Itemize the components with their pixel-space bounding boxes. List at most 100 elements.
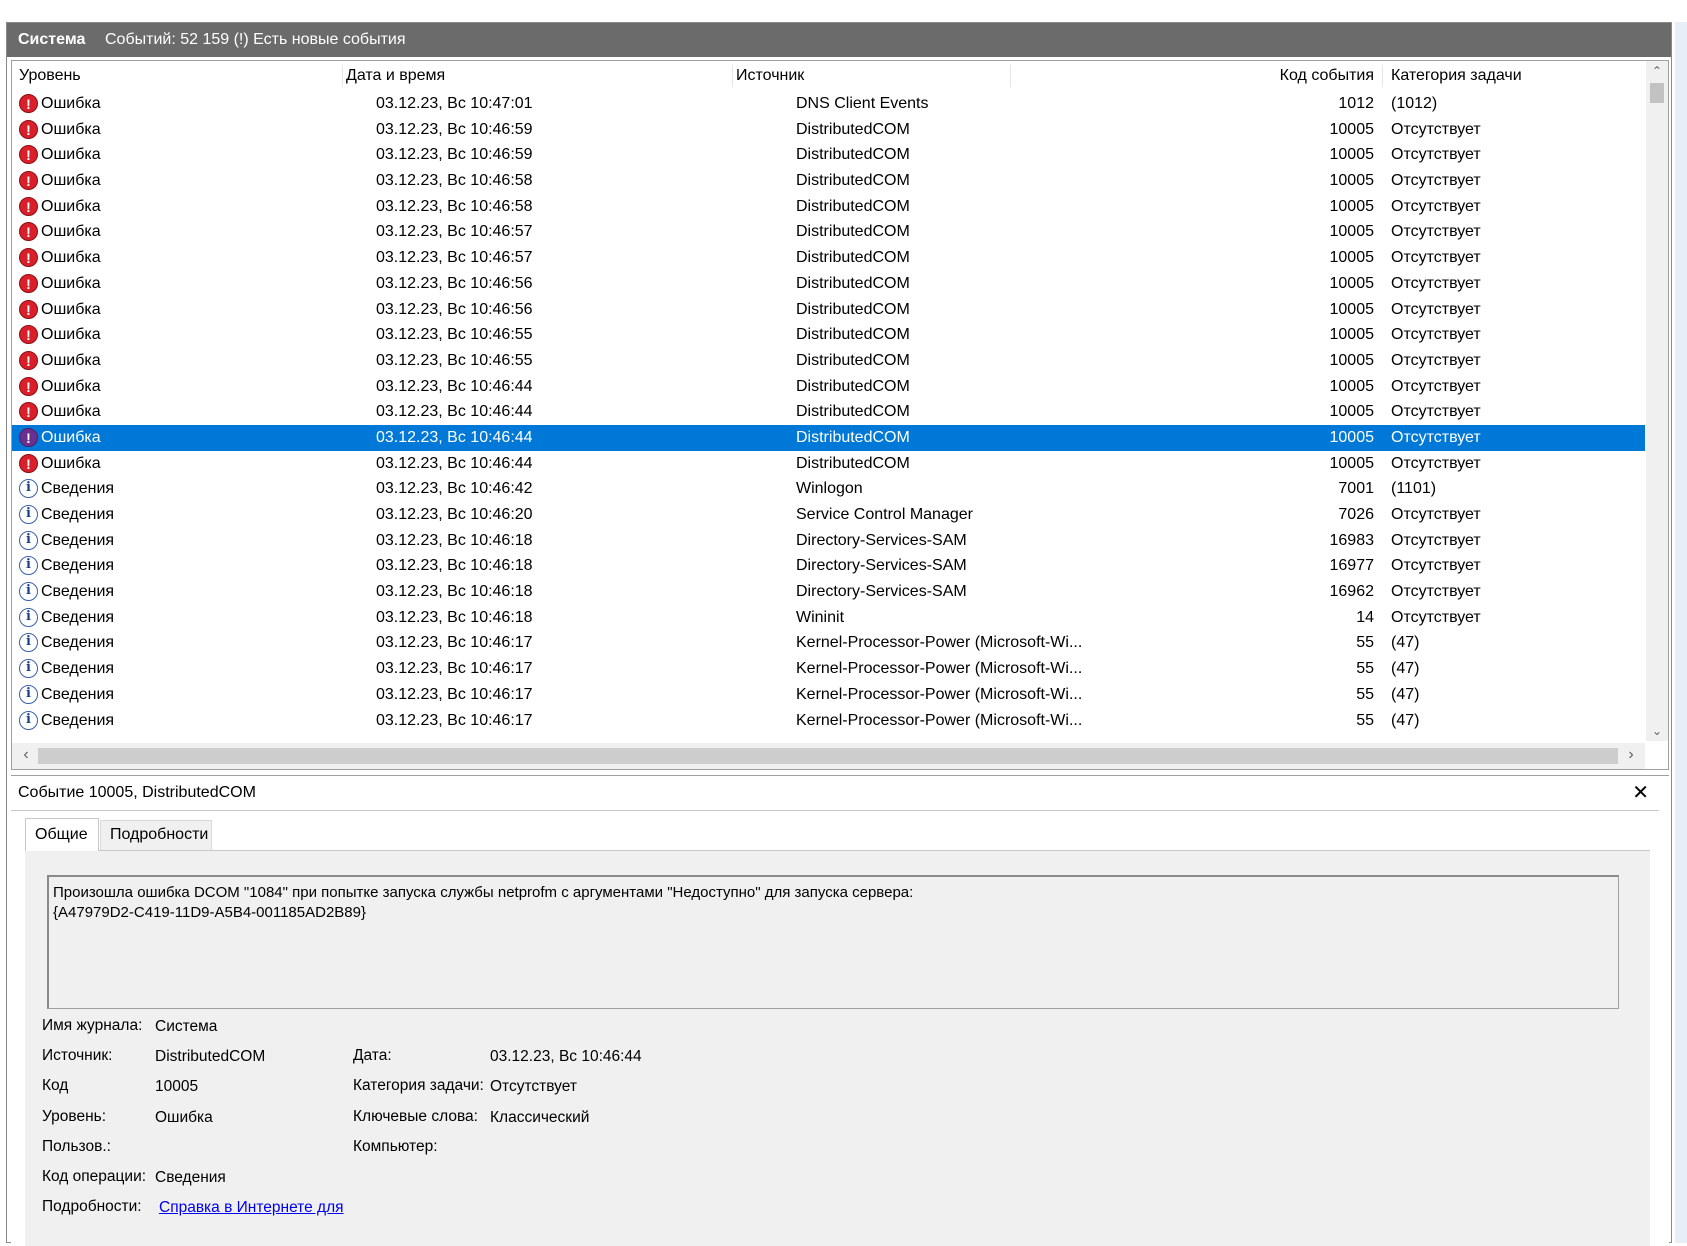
- event-id-cell: 10005: [1329, 300, 1375, 318]
- column-header-level[interactable]: Уровень: [19, 61, 81, 91]
- category-cell: Отсутствует: [1391, 120, 1481, 138]
- divider: [11, 810, 1659, 811]
- table-row[interactable]: ! Ошибка 03.12.23, Вс 10:46:59 DistributedC…: [12, 117, 1645, 143]
- column-header-source[interactable]: Источник: [736, 61, 804, 91]
- source-label: Источник:: [42, 1047, 113, 1064]
- source-cell: Kernel-Processor-Power (Microsoft-Wi...: [796, 634, 1083, 652]
- level-cell: Сведения: [41, 506, 115, 523]
- scroll-left-icon[interactable]: ‹: [16, 743, 36, 769]
- table-row[interactable]: i Сведения 03.12.23, Вс 10:46:17 Kernel-Pro…: [12, 682, 1645, 708]
- column-divider[interactable]: [1382, 65, 1383, 87]
- keywords-label: Ключевые слова:: [353, 1108, 478, 1125]
- datetime-cell: 03.12.23, Вс 10:46:57: [376, 223, 533, 241]
- vertical-scroll-thumb[interactable]: [1650, 83, 1664, 103]
- table-row[interactable]: ! Ошибка 03.12.23, Вс 10:46:58 DistributedC…: [12, 168, 1645, 194]
- level-cell: Сведения: [41, 583, 115, 601]
- source-value[interactable]: DistributedCOM: [155, 1048, 265, 1066]
- category-cell: Отсутствует: [1391, 249, 1481, 267]
- table-row[interactable]: i Сведения 03.12.23, Вс 10:46:18 Directory-…: [12, 579, 1645, 605]
- category-cell: (1012): [1391, 95, 1438, 112]
- tab-general[interactable]: Общие: [25, 818, 99, 851]
- info-icon: i: [19, 607, 38, 627]
- category-cell: Отсутствует: [1391, 351, 1481, 369]
- table-row[interactable]: ! Ошибка 03.12.23, Вс 10:46:56 DistributedC…: [12, 297, 1645, 323]
- scroll-down-icon[interactable]: ⌄: [1646, 721, 1668, 741]
- event-list[interactable]: Уровень Дата и время Источник Код событи…: [11, 60, 1669, 770]
- column-divider[interactable]: [1010, 65, 1011, 87]
- online-help-link[interactable]: Справка в Интернете для: [159, 1199, 344, 1217]
- level-cell: Ошибка: [41, 197, 101, 215]
- table-row[interactable]: ! Ошибка 03.12.23, Вс 10:46:57 DistributedC…: [12, 245, 1645, 271]
- source-cell: Kernel-Processor-Power (Microsoft-Wi...: [796, 660, 1083, 678]
- tab-details[interactable]: Подробности: [100, 820, 212, 850]
- category-cell: Отсутствует: [1391, 223, 1481, 241]
- column-divider[interactable]: [732, 65, 733, 87]
- date-value[interactable]: 03.12.23, Вс 10:46:44: [490, 1048, 642, 1066]
- horizontal-scrollbar[interactable]: ‹ ›: [12, 743, 1645, 769]
- error-icon: !: [19, 171, 38, 191]
- column-header-datetime[interactable]: Дата и время: [346, 61, 445, 91]
- datetime-cell: 03.12.23, Вс 10:46:17: [376, 634, 533, 652]
- table-row[interactable]: ! Ошибка 03.12.23, Вс 10:46:44 DistributedC…: [12, 399, 1645, 425]
- table-row[interactable]: ! Ошибка 03.12.23, Вс 10:46:58 DistributedC…: [12, 194, 1645, 220]
- table-row[interactable]: ! Ошибка 03.12.23, Вс 10:46:44 DistributedC…: [12, 451, 1645, 477]
- datetime-cell: 03.12.23, Вс 10:46:59: [376, 146, 533, 164]
- datetime-cell: 03.12.23, Вс 10:46:20: [376, 506, 533, 523]
- level-cell: Ошибка: [41, 249, 101, 267]
- event-id-cell: 10005: [1329, 428, 1375, 446]
- level-cell: Ошибка: [41, 454, 101, 472]
- event-id-cell: 10005: [1329, 223, 1375, 241]
- vertical-scrollbar[interactable]: ⌃ ⌄: [1646, 61, 1668, 741]
- table-row[interactable]: i Сведения 03.12.23, Вс 10:46:17 Kernel-Pro…: [12, 656, 1645, 682]
- category-cell: (47): [1391, 660, 1420, 678]
- source-cell: DistributedCOM: [796, 377, 910, 395]
- table-row[interactable]: ! Ошибка 03.12.23, Вс 10:47:01 DNS Client E…: [12, 91, 1645, 117]
- info-icon: i: [19, 659, 38, 679]
- category-value[interactable]: Отсутствует: [490, 1078, 577, 1096]
- info-icon: i: [19, 710, 38, 730]
- table-row[interactable]: ! Ошибка 03.12.23, Вс 10:46:56 DistributedC…: [12, 271, 1645, 297]
- error-icon: !: [19, 145, 38, 165]
- event-id-value[interactable]: 10005: [155, 1078, 198, 1096]
- table-row[interactable]: i Сведения 03.12.23, Вс 10:46:18 Wininit 14 О…: [12, 605, 1645, 631]
- event-message-box[interactable]: Произошла ошибка DCOM "1084" при попытке…: [47, 875, 1619, 1009]
- info-icon: i: [19, 633, 38, 653]
- column-header-event-id[interactable]: Код события: [1112, 61, 1374, 91]
- table-row[interactable]: ! Ошибка 03.12.23, Вс 10:46:44 DistributedC…: [12, 374, 1645, 400]
- info-icon: i: [19, 479, 38, 499]
- source-cell: DistributedCOM: [796, 146, 910, 164]
- table-row-selected[interactable]: ! Ошибка 03.12.23, Вс 10:46:44 DistributedC…: [12, 424, 1645, 451]
- level-cell: Ошибка: [41, 377, 101, 395]
- category-cell: Отсутствует: [1391, 300, 1481, 318]
- level-cell: Сведения: [41, 711, 115, 729]
- error-icon: !: [19, 196, 38, 216]
- table-row[interactable]: i Сведения 03.12.23, Вс 10:46:20 Service Co…: [12, 502, 1645, 528]
- table-row[interactable]: ! Ошибка 03.12.23, Вс 10:46:59 DistributedC…: [12, 142, 1645, 168]
- close-icon[interactable]: ✕: [1632, 780, 1649, 805]
- column-header-category[interactable]: Категория задачи: [1391, 61, 1522, 91]
- category-cell: Отсутствует: [1391, 172, 1481, 190]
- source-cell: DistributedCOM: [796, 223, 910, 241]
- event-log-window: Система Событий: 52 159 (!) Есть новые с…: [6, 22, 1672, 1246]
- log-name: Система: [18, 31, 86, 48]
- table-row[interactable]: i Сведения 03.12.23, Вс 10:46:42 Winlogon 70…: [12, 476, 1645, 502]
- table-row[interactable]: ! Ошибка 03.12.23, Вс 10:46:55 DistributedC…: [12, 348, 1645, 374]
- table-row[interactable]: i Сведения 03.12.23, Вс 10:46:17 Kernel-Pro…: [12, 708, 1645, 734]
- opcode-value[interactable]: Сведения: [155, 1169, 226, 1187]
- table-row[interactable]: i Сведения 03.12.23, Вс 10:46:18 Directory-…: [12, 528, 1645, 554]
- level-value[interactable]: Ошибка: [155, 1109, 213, 1127]
- column-divider[interactable]: [342, 65, 343, 87]
- table-row[interactable]: ! Ошибка 03.12.23, Вс 10:46:55 DistributedC…: [12, 322, 1645, 348]
- event-id-cell: 10005: [1329, 403, 1375, 421]
- datetime-cell: 03.12.23, Вс 10:46:18: [376, 531, 533, 549]
- keywords-value[interactable]: Классический: [490, 1109, 589, 1127]
- source-cell: DistributedCOM: [796, 300, 910, 318]
- table-row[interactable]: i Сведения 03.12.23, Вс 10:46:18 Directory-…: [12, 553, 1645, 579]
- scroll-right-icon[interactable]: ›: [1621, 743, 1641, 769]
- log-name-value[interactable]: Система: [155, 1018, 217, 1036]
- horizontal-scroll-thumb[interactable]: [38, 748, 1618, 764]
- scroll-up-icon[interactable]: ⌃: [1646, 61, 1668, 81]
- info-icon: i: [19, 582, 38, 602]
- table-row[interactable]: ! Ошибка 03.12.23, Вс 10:46:57 DistributedC…: [12, 219, 1645, 245]
- table-row[interactable]: i Сведения 03.12.23, Вс 10:46:17 Kernel-Pro…: [12, 630, 1645, 656]
